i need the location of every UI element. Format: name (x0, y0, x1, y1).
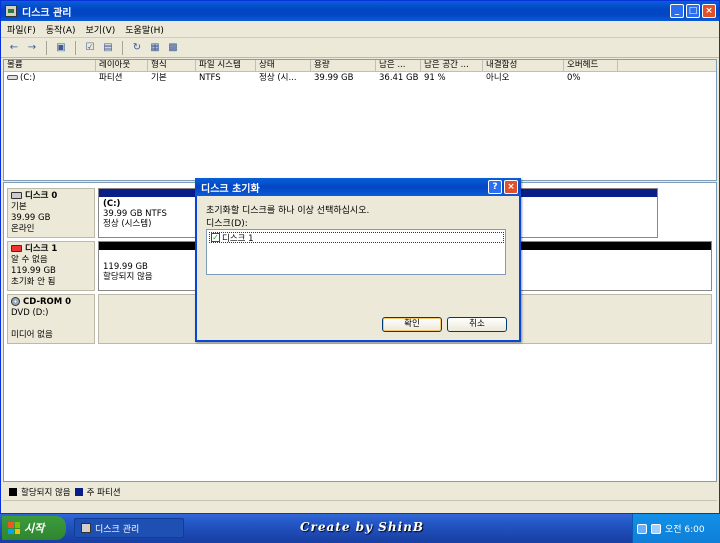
unallocated-swatch (9, 488, 17, 496)
properties-icon[interactable]: ☑ (83, 41, 97, 55)
dialog-close-icon[interactable]: × (504, 180, 518, 194)
toolbar-separator (122, 40, 123, 55)
col-capacity[interactable]: 용량 (311, 60, 376, 71)
dialog-message: 초기화할 디스크를 하나 이상 선택하십시오. (206, 206, 370, 216)
help-book-icon[interactable]: ▤ (101, 41, 115, 55)
cancel-button[interactable]: 취소 (447, 317, 507, 332)
windows-logo-icon (8, 522, 20, 534)
table-row[interactable]: (C:) 파티션 기본 NTFS 정상 (시... 39.99 GB 36.41… (4, 72, 716, 84)
hard-disk-icon (11, 192, 22, 199)
system-tray: 오전 6:00 (632, 514, 720, 543)
refresh-icon[interactable]: ↻ (130, 41, 144, 55)
window-titlebar[interactable]: 디스크 관리 _ □ × (1, 1, 719, 21)
col-layout[interactable]: 레이아웃 (96, 60, 148, 71)
col-overhead[interactable]: 오버헤드 (564, 60, 618, 71)
volume-list: 볼륨 레이아웃 형식 파일 시스템 상태 용량 남은 ... 남은 공간 ...… (3, 59, 717, 181)
primary-swatch (74, 488, 83, 496)
ok-button[interactable]: 확인 (382, 317, 442, 332)
cdrom-0-label[interactable]: CD-ROM 0 DVD (D:) 미디어 없음 (7, 294, 95, 344)
disk-management-icon (5, 5, 17, 17)
disk-list[interactable]: ✓ 디스크 1 (206, 229, 506, 275)
export-icon[interactable]: ▦ (148, 41, 162, 55)
disk-list-label: 디스크(D): (206, 219, 248, 229)
col-fault-tolerance[interactable]: 내결함성 (483, 60, 564, 71)
col-filesystem[interactable]: 파일 시스템 (196, 60, 256, 71)
volume-list-header: 볼륨 레이아웃 형식 파일 시스템 상태 용량 남은 ... 남은 공간 ...… (4, 60, 716, 72)
dialog-title: 디스크 초기화 (201, 183, 260, 195)
close-button[interactable]: × (702, 4, 716, 18)
disk-1-label[interactable]: 디스크 1 알 수 없음 119.99 GB 초기화 안 됨 (7, 241, 95, 291)
toolbar-separator (75, 40, 76, 55)
toolbar-separator (46, 40, 47, 55)
volume-icon (7, 75, 18, 80)
tray-network-icon[interactable] (651, 523, 661, 534)
help-icon[interactable]: ? (488, 180, 502, 194)
disk-management-icon (81, 523, 91, 533)
col-free-percent[interactable]: 남은 공간 ... (421, 60, 483, 71)
menu-file[interactable]: 파일(F) (7, 23, 36, 36)
menu-action[interactable]: 동작(A) (46, 23, 76, 36)
list-item[interactable]: ✓ 디스크 1 (209, 232, 504, 244)
console-tree-icon[interactable]: ▣ (54, 41, 68, 55)
clock[interactable]: 오전 6:00 (665, 522, 705, 535)
watermark-text: Create by ShinB (300, 520, 424, 534)
tray-monitor-icon[interactable] (637, 523, 647, 534)
disk-0-label[interactable]: 디스크 0 기본 39.99 GB 온라인 (7, 188, 95, 238)
taskbar-item-disk-management[interactable]: 디스크 관리 (74, 518, 184, 538)
checkbox-disk-1[interactable]: ✓ (211, 233, 220, 242)
start-button[interactable]: 시작 (2, 516, 66, 540)
taskbar: 시작 디스크 관리 Create by ShinB 오전 6:00 (0, 514, 720, 543)
forward-arrow-icon[interactable]: → (25, 41, 39, 55)
cd-rom-icon (11, 297, 20, 306)
window-title: 디스크 관리 (22, 7, 72, 19)
uninitialized-disk-icon (11, 245, 22, 252)
col-type[interactable]: 형식 (148, 60, 196, 71)
menu-bar: 파일(F) 동작(A) 보기(V) 도움말(H) (1, 21, 719, 38)
col-status[interactable]: 상태 (256, 60, 311, 71)
menu-help[interactable]: 도움말(H) (125, 23, 164, 36)
minimize-button[interactable]: _ (670, 4, 684, 18)
legend: 할당되지 않음 주 파티션 (3, 484, 717, 500)
col-volume[interactable]: 볼륨 (4, 60, 96, 71)
initialize-disk-dialog: 디스크 초기화 ? × 초기화할 디스크를 하나 이상 선택하십시오. 디스크(… (195, 178, 521, 342)
status-bar (3, 500, 717, 513)
back-arrow-icon[interactable]: ← (7, 41, 21, 55)
dialog-titlebar[interactable]: 디스크 초기화 ? × (195, 178, 521, 196)
maximize-button[interactable]: □ (686, 4, 700, 18)
menu-view[interactable]: 보기(V) (86, 23, 116, 36)
settings-icon[interactable]: ▩ (166, 41, 180, 55)
col-free[interactable]: 남은 ... (376, 60, 421, 71)
toolbar: ← → ▣ ☑ ▤ ↻ ▦ ▩ (1, 38, 719, 58)
